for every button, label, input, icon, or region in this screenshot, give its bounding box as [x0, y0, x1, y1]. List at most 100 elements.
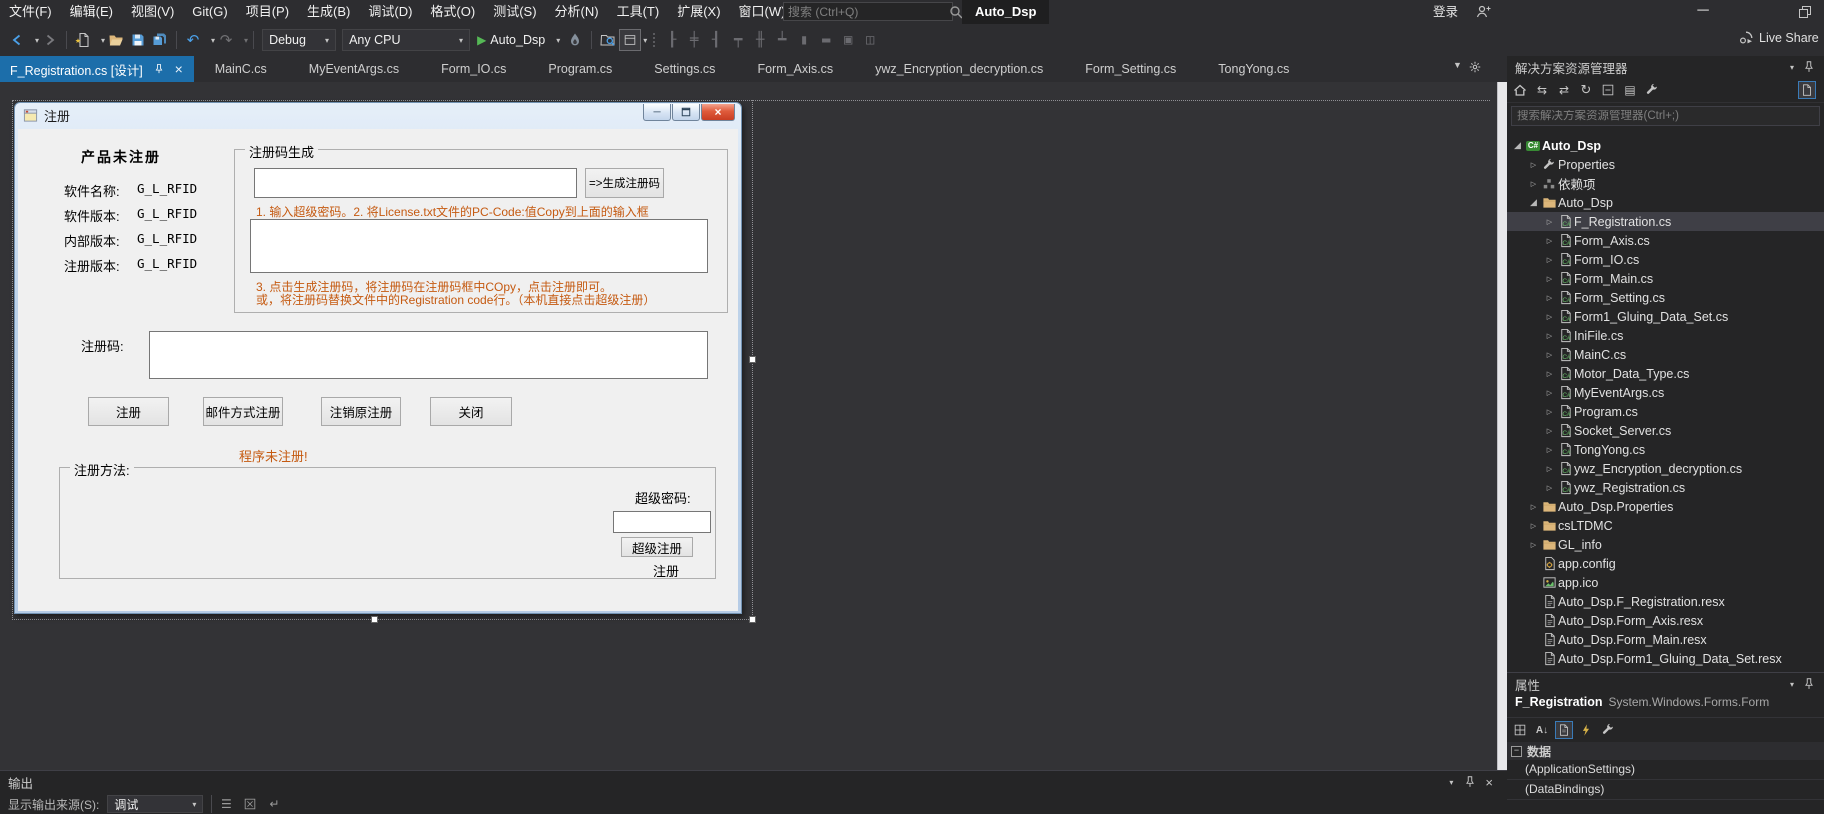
- refresh-icon[interactable]: ↻: [1577, 81, 1595, 99]
- window-restore-button[interactable]: [1796, 3, 1814, 21]
- expanded-arrow-icon[interactable]: ◢: [1511, 140, 1524, 151]
- messages-icon[interactable]: ☰: [217, 795, 235, 813]
- tree-item-socket-server-cs[interactable]: ▷C# Socket_Server.cs: [1507, 421, 1824, 440]
- tab-ywz-encryption-decryption-cs[interactable]: ywz_Encryption_decryption.cs: [854, 56, 1064, 82]
- redo-button[interactable]: ↷: [215, 28, 237, 52]
- make-same-height-icon[interactable]: ▬: [815, 32, 837, 48]
- signin-button[interactable]: 登录: [1433, 0, 1458, 24]
- pin-icon[interactable]: [1802, 677, 1816, 691]
- collapsed-arrow-icon[interactable]: ▷: [1543, 218, 1556, 226]
- pin-icon[interactable]: [153, 63, 165, 75]
- generate-regcode-button[interactable]: =>生成注册码: [585, 168, 664, 198]
- document-list-dropdown-icon[interactable]: ▼: [1453, 60, 1462, 74]
- collapsed-arrow-icon[interactable]: ▷: [1543, 427, 1556, 435]
- make-same-size-icon[interactable]: ▣: [837, 32, 859, 48]
- search-input[interactable]: [784, 5, 947, 19]
- pin-icon[interactable]: [1802, 60, 1816, 74]
- align-centers-icon[interactable]: ╪: [683, 32, 705, 48]
- properties-page-icon[interactable]: [1555, 721, 1573, 739]
- tree-item-form-setting-cs[interactable]: ▷C# Form_Setting.cs: [1507, 288, 1824, 307]
- tree-item-auto-dsp-form-axis-resx[interactable]: Auto_Dsp.Form_Axis.resx: [1507, 611, 1824, 630]
- collapsed-arrow-icon[interactable]: ▷: [1527, 180, 1540, 188]
- collapsed-arrow-icon[interactable]: ▷: [1543, 351, 1556, 359]
- action-button-3[interactable]: 关闭: [430, 397, 512, 426]
- tab-form-axis-cs[interactable]: Form_Axis.cs: [736, 56, 854, 82]
- tree-item-auto-dsp-properties[interactable]: ▷ Auto_Dsp.Properties: [1507, 497, 1824, 516]
- tree-item-myeventargs-cs[interactable]: ▷C# MyEventArgs.cs: [1507, 383, 1824, 402]
- expanded-arrow-icon[interactable]: ◢: [1527, 197, 1540, 208]
- alphabetical-icon[interactable]: A↓: [1533, 721, 1551, 739]
- make-same-width-icon[interactable]: ▮: [793, 32, 815, 48]
- collapse-section-icon[interactable]: −: [1511, 746, 1522, 757]
- collapsed-arrow-icon[interactable]: ▷: [1527, 522, 1540, 530]
- tree-item-mainc-cs[interactable]: ▷C# MainC.cs: [1507, 345, 1824, 364]
- gear-icon[interactable]: [1468, 60, 1482, 74]
- chevron-down-icon[interactable]: ▾: [1790, 63, 1794, 72]
- chevron-down-icon[interactable]: ▾: [244, 36, 248, 45]
- align-rights-icon[interactable]: ┨: [705, 32, 727, 48]
- tab-form-io-cs[interactable]: Form_IO.cs: [420, 56, 527, 82]
- user-account-icon[interactable]: [1474, 3, 1492, 21]
- collapsed-arrow-icon[interactable]: ▷: [1543, 237, 1556, 245]
- toolbar-grip[interactable]: [653, 33, 655, 47]
- tree-item-f-registration-cs[interactable]: ▷C# F_Registration.cs: [1507, 212, 1824, 231]
- open-file-button[interactable]: [105, 28, 127, 52]
- property-pages-icon[interactable]: [1599, 721, 1617, 739]
- solution-configuration-dropdown[interactable]: Debug▾: [262, 29, 336, 51]
- property-row[interactable]: (DataBindings): [1507, 780, 1824, 800]
- align-middles-icon[interactable]: ╫: [749, 32, 771, 48]
- menu-item[interactable]: 项目(P): [237, 0, 298, 24]
- form-close-button[interactable]: ×: [701, 104, 735, 121]
- collapsed-arrow-icon[interactable]: ▷: [1543, 484, 1556, 492]
- tree-item-app-ico[interactable]: app.ico: [1507, 573, 1824, 592]
- tree-item-auto-dsp[interactable]: ◢C# Auto_Dsp: [1507, 136, 1824, 155]
- tree-item-gl-info[interactable]: ▷ GL_info: [1507, 535, 1824, 554]
- navigate-back-button[interactable]: [6, 28, 28, 52]
- resize-grip-right-middle[interactable]: [749, 356, 756, 363]
- tree-item-inifile-cs[interactable]: ▷C# IniFile.cs: [1507, 326, 1824, 345]
- categorized-icon[interactable]: [1511, 721, 1529, 739]
- regcode-input[interactable]: [149, 331, 708, 379]
- menu-item[interactable]: 扩展(X): [668, 0, 729, 24]
- form-minimize-button[interactable]: ─: [643, 104, 671, 121]
- word-wrap-icon[interactable]: ↵: [265, 795, 283, 813]
- tree-item-csltdmc[interactable]: ▷ csLTDMC: [1507, 516, 1824, 535]
- new-file-button[interactable]: [72, 28, 94, 52]
- tab-form-setting-cs[interactable]: Form_Setting.cs: [1064, 56, 1197, 82]
- start-debugging-button[interactable]: ▶ Auto_Dsp ▾: [477, 33, 560, 47]
- action-button-0[interactable]: 注册: [88, 397, 169, 426]
- output-source-dropdown[interactable]: 调试▾: [107, 795, 203, 813]
- tree-item-ywz-registration-cs[interactable]: ▷C# ywz_Registration.cs: [1507, 478, 1824, 497]
- save-button[interactable]: [127, 28, 149, 52]
- property-row[interactable]: (ApplicationSettings): [1507, 760, 1824, 780]
- chevron-down-icon[interactable]: ▾: [1449, 778, 1453, 787]
- collapsed-arrow-icon[interactable]: ▷: [1543, 446, 1556, 454]
- tree-item-auto-dsp-form-main-resx[interactable]: Auto_Dsp.Form_Main.resx: [1507, 630, 1824, 649]
- solution-search-input[interactable]: [1512, 110, 1819, 122]
- menu-item[interactable]: 调试(D): [359, 0, 421, 24]
- resize-grip-bottom-right[interactable]: [749, 616, 756, 623]
- close-icon[interactable]: ×: [1485, 775, 1493, 790]
- selected-object-row[interactable]: F_Registration System.Windows.Forms.Form: [1507, 695, 1824, 718]
- collapsed-arrow-icon[interactable]: ▷: [1527, 161, 1540, 169]
- menu-item[interactable]: 测试(S): [484, 0, 545, 24]
- align-bottoms-icon[interactable]: ┷: [771, 32, 793, 48]
- preview-selected-icon[interactable]: [1798, 81, 1816, 99]
- collapsed-arrow-icon[interactable]: ▷: [1543, 256, 1556, 264]
- tree-item-tongyong-cs[interactable]: ▷C# TongYong.cs: [1507, 440, 1824, 459]
- solution-platform-dropdown[interactable]: Any CPU▾: [342, 29, 470, 51]
- form-maximize-button[interactable]: [672, 104, 700, 121]
- collapsed-arrow-icon[interactable]: ▷: [1527, 503, 1540, 511]
- tab-settings-cs[interactable]: Settings.cs: [633, 56, 736, 82]
- collapsed-arrow-icon[interactable]: ▷: [1543, 370, 1556, 378]
- tree-item-form1-gluing-data-set-cs[interactable]: ▷C# Form1_Gluing_Data_Set.cs: [1507, 307, 1824, 326]
- collapsed-arrow-icon[interactable]: ▷: [1527, 541, 1540, 549]
- collapse-all-icon[interactable]: [1599, 81, 1617, 99]
- solution-search-box[interactable]: [1511, 106, 1820, 126]
- navigate-forward-button[interactable]: [39, 28, 61, 52]
- switch-views-icon[interactable]: ⇆: [1533, 81, 1551, 99]
- events-icon[interactable]: [1577, 721, 1595, 739]
- super-password-input[interactable]: [613, 511, 711, 533]
- menu-item[interactable]: Git(G): [183, 0, 236, 24]
- designer-view-button[interactable]: [619, 29, 641, 51]
